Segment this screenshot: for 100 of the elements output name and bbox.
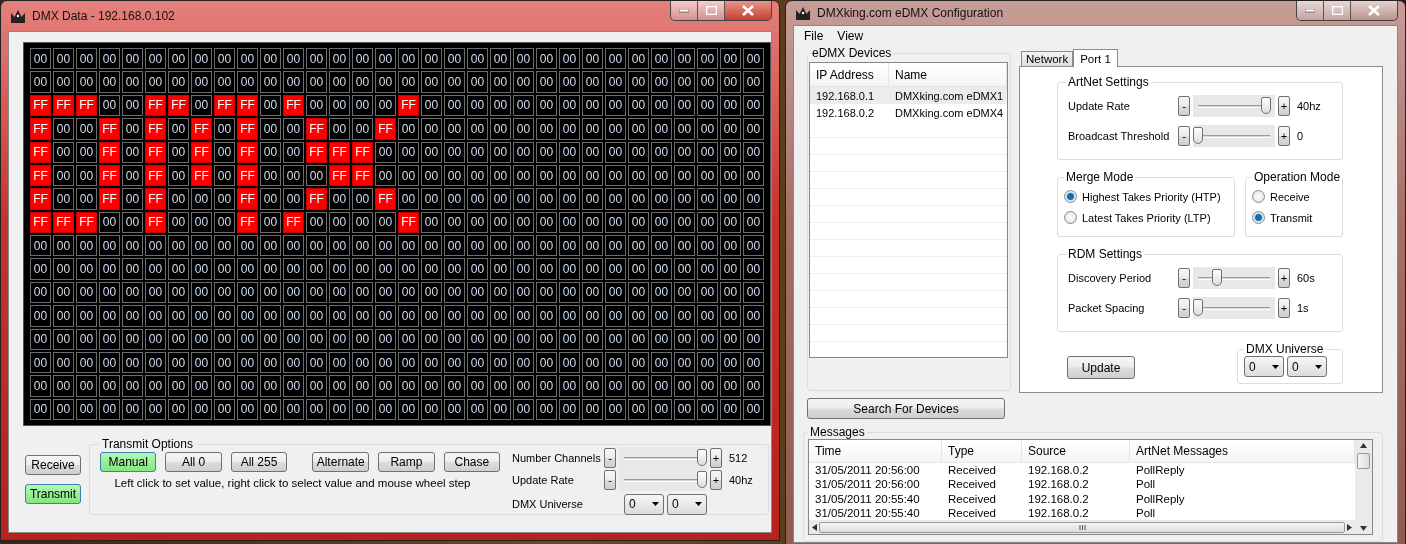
channel-cell[interactable]: 00 <box>513 94 534 117</box>
channel-cell[interactable]: 00 <box>536 281 557 304</box>
radio-option[interactable]: Latest Takes Priority (LTP) <box>1064 207 1230 228</box>
maximize-button[interactable] <box>698 1 725 20</box>
channel-cell[interactable]: 00 <box>628 118 649 140</box>
channel-cell[interactable]: 00 <box>743 375 764 397</box>
channel-cell[interactable]: 00 <box>467 71 488 93</box>
channel-cell[interactable]: 00 <box>651 235 672 257</box>
channel-cell[interactable]: FF <box>191 118 212 140</box>
channel-cell[interactable]: 00 <box>513 71 534 93</box>
channel-cell[interactable]: 00 <box>168 48 189 70</box>
channel-cell[interactable]: 00 <box>214 235 235 257</box>
channel-cell[interactable]: 00 <box>467 375 488 397</box>
channel-cell[interactable]: 00 <box>651 164 672 187</box>
channel-cell[interactable]: 00 <box>214 398 235 420</box>
channel-cell[interactable]: 00 <box>513 258 534 280</box>
channel-cell[interactable]: 00 <box>720 188 741 210</box>
menu-item[interactable]: View <box>831 27 870 45</box>
channel-cell[interactable]: 00 <box>444 188 465 210</box>
channel-cell[interactable]: 00 <box>605 398 626 420</box>
channel-cell[interactable]: FF <box>329 164 350 187</box>
channel-cell[interactable]: 00 <box>467 328 488 350</box>
device-row[interactable]: 192.168.0.2 DMXking.com eDMX4 <box>810 104 1007 121</box>
channel-cell[interactable]: 00 <box>559 94 580 117</box>
channel-cell[interactable]: 00 <box>122 164 143 187</box>
channel-cell[interactable]: 00 <box>122 48 143 70</box>
channel-cell[interactable]: 00 <box>237 351 258 374</box>
channel-cell[interactable]: 00 <box>352 305 373 327</box>
channel-cell[interactable]: 00 <box>559 71 580 93</box>
slider-thumb[interactable] <box>697 449 707 466</box>
channel-cell[interactable]: 00 <box>628 328 649 350</box>
channel-cell[interactable]: 00 <box>375 48 396 70</box>
channel-cell[interactable]: 00 <box>191 328 212 350</box>
channel-cell[interactable]: 00 <box>122 305 143 327</box>
channel-cell[interactable]: 00 <box>375 164 396 187</box>
channel-cell[interactable]: 00 <box>283 351 304 374</box>
increment-button[interactable]: + <box>1278 96 1290 116</box>
channel-cell[interactable]: 00 <box>283 305 304 327</box>
channel-cell[interactable]: 00 <box>559 164 580 187</box>
channel-cell[interactable]: FF <box>214 94 235 117</box>
channel-cell[interactable]: 00 <box>306 71 327 93</box>
channel-cell[interactable]: 00 <box>168 258 189 280</box>
slider-track[interactable] <box>1193 297 1275 319</box>
channel-cell[interactable]: 00 <box>214 48 235 70</box>
channel-cell[interactable]: 00 <box>628 281 649 304</box>
channel-cell[interactable]: FF <box>398 211 419 233</box>
channel-cell[interactable]: 00 <box>536 305 557 327</box>
channel-cell[interactable]: 00 <box>605 351 626 374</box>
channel-cell[interactable]: 00 <box>490 305 511 327</box>
channel-cell[interactable]: 00 <box>720 258 741 280</box>
channel-cell[interactable]: 00 <box>352 48 373 70</box>
channel-cell[interactable]: 00 <box>651 94 672 117</box>
channel-cell[interactable]: 00 <box>628 258 649 280</box>
channel-cell[interactable]: FF <box>30 164 51 187</box>
channel-cell[interactable]: 00 <box>398 48 419 70</box>
channel-cell[interactable]: 00 <box>490 164 511 187</box>
channel-cell[interactable]: 00 <box>122 235 143 257</box>
channel-cell[interactable]: 00 <box>214 118 235 140</box>
channel-cell[interactable]: 00 <box>191 71 212 93</box>
channel-cell[interactable]: 00 <box>697 71 718 93</box>
channel-cell[interactable]: 00 <box>352 118 373 140</box>
channel-cell[interactable]: 00 <box>467 258 488 280</box>
channel-cell[interactable]: 00 <box>582 235 603 257</box>
channel-cell[interactable]: 00 <box>490 211 511 233</box>
channel-cell[interactable]: 00 <box>122 71 143 93</box>
menu-item[interactable]: File <box>798 27 830 45</box>
channel-cell[interactable]: 00 <box>582 398 603 420</box>
channel-cell[interactable]: 00 <box>490 71 511 93</box>
channel-cell[interactable]: FF <box>398 94 419 117</box>
increment-button[interactable]: + <box>710 470 722 490</box>
channel-cell[interactable]: 00 <box>352 258 373 280</box>
channel-cell[interactable]: 00 <box>444 305 465 327</box>
slider-thumb[interactable] <box>1212 269 1223 286</box>
channel-cell[interactable]: 00 <box>490 398 511 420</box>
channel-cell[interactable]: 00 <box>214 188 235 210</box>
channel-cell[interactable]: 00 <box>191 375 212 397</box>
channel-cell[interactable]: 00 <box>674 188 695 210</box>
decrement-button[interactable]: - <box>1178 96 1190 116</box>
channel-cell[interactable]: 00 <box>76 164 97 187</box>
channel-cell[interactable]: 00 <box>99 211 120 233</box>
slider-thumb[interactable] <box>697 471 707 488</box>
channel-cell[interactable]: 00 <box>697 398 718 420</box>
channel-cell[interactable]: 00 <box>329 398 350 420</box>
channel-cell[interactable]: 00 <box>53 281 74 304</box>
channel-cell[interactable]: 00 <box>720 351 741 374</box>
channel-cell[interactable]: 00 <box>467 305 488 327</box>
channel-cell[interactable]: 00 <box>168 351 189 374</box>
channel-cell[interactable]: 00 <box>697 375 718 397</box>
channel-cell[interactable]: 00 <box>168 164 189 187</box>
channel-cell[interactable]: 00 <box>122 328 143 350</box>
channel-cell[interactable]: 00 <box>421 118 442 140</box>
channel-cell[interactable]: 00 <box>352 281 373 304</box>
channel-cell[interactable]: 00 <box>260 164 281 187</box>
channel-cell[interactable]: 00 <box>53 141 74 163</box>
channel-cell[interactable]: 00 <box>375 258 396 280</box>
channel-cell[interactable]: 00 <box>651 375 672 397</box>
channel-cell[interactable]: FF <box>237 141 258 163</box>
up-arrow-icon[interactable] <box>1360 443 1368 448</box>
channel-cell[interactable]: 00 <box>628 235 649 257</box>
channel-cell[interactable]: 00 <box>122 211 143 233</box>
